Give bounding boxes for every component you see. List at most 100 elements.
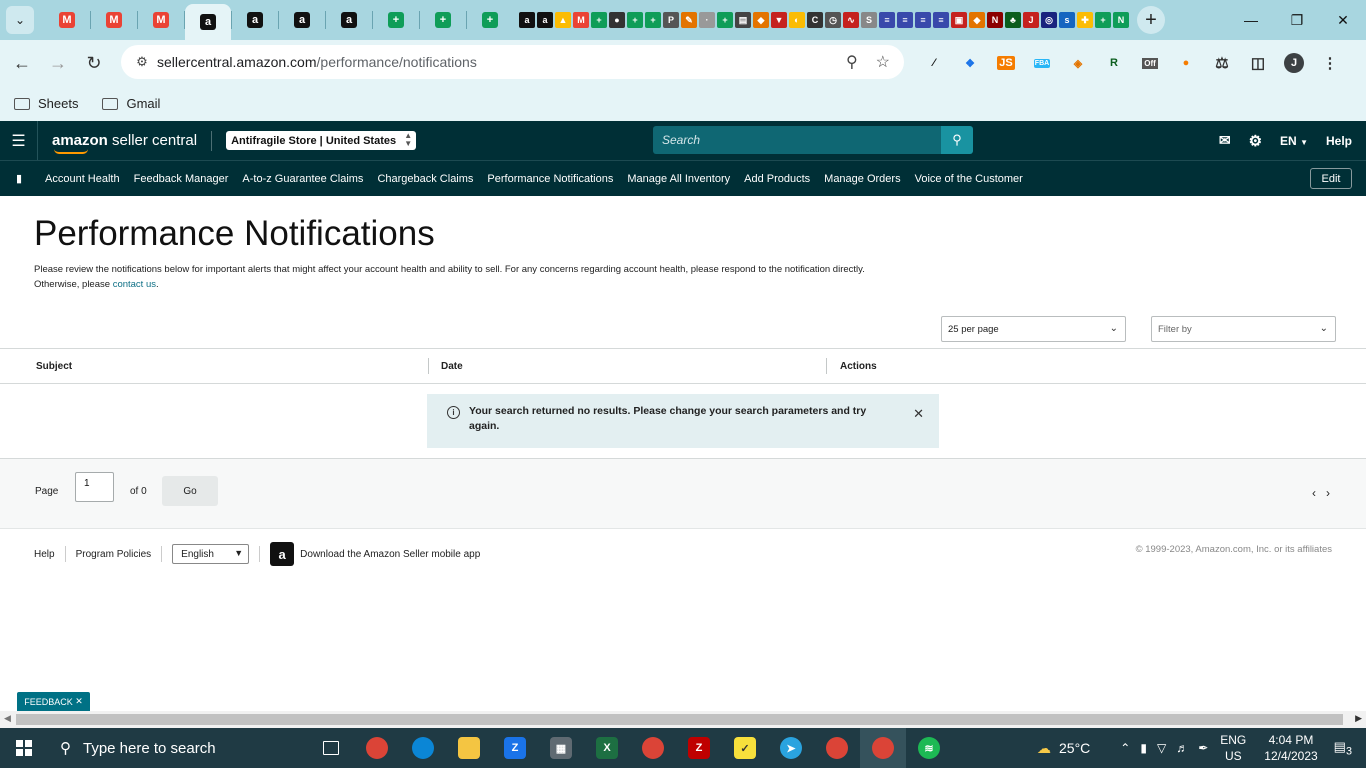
app-tab-icon[interactable]: C (807, 12, 823, 28)
clock[interactable]: 4:04 PM 12/4/2023 (1264, 732, 1317, 764)
list-tab-icon[interactable]: ≡ (879, 12, 895, 28)
nav-link[interactable]: Performance Notifications (487, 173, 613, 185)
app-tab-icon[interactable]: ◐ (789, 12, 805, 28)
contact-us-link[interactable]: contact us (113, 279, 156, 290)
extension-icon[interactable]: ◈ (1060, 45, 1096, 81)
nav-link[interactable]: Voice of the Customer (915, 173, 1023, 185)
download-app-link[interactable]: Download the Amazon Seller mobile app (300, 549, 480, 560)
volume-icon[interactable]: ♬ (1176, 741, 1188, 755)
extensions-puzzle-icon[interactable]: ⚖ (1204, 45, 1240, 81)
battery-icon[interactable]: ▮ (1140, 741, 1147, 755)
back-icon[interactable]: ← (4, 45, 40, 81)
nav-link[interactable]: Manage All Inventory (627, 173, 730, 185)
tab-search-button[interactable]: ⌄ (6, 6, 34, 34)
browser-tab[interactable]: + (467, 4, 513, 36)
browser-tab[interactable]: a (326, 4, 372, 36)
list-tab-icon[interactable]: ≡ (897, 12, 913, 28)
browser-tab[interactable]: + (420, 4, 466, 36)
app-tab-icon[interactable]: S (861, 12, 877, 28)
amazon-tab-icon[interactable]: a (519, 12, 535, 28)
gmail-tab-icon[interactable]: M (573, 12, 589, 28)
extension-icon[interactable]: FBA (1024, 45, 1060, 81)
sheets-tab-icon[interactable]: + (1095, 12, 1111, 28)
filezilla-app-icon[interactable]: Z (676, 728, 722, 768)
nav-link[interactable]: Add Products (744, 173, 810, 185)
reload-icon[interactable]: ↻ (76, 45, 112, 81)
app-tab-icon[interactable]: P (663, 12, 679, 28)
column-date[interactable]: Date (441, 359, 463, 375)
minimize-icon[interactable]: — (1228, 0, 1274, 40)
extension-icon[interactable]: Off (1132, 45, 1168, 81)
list-tab-icon[interactable]: ≡ (915, 12, 931, 28)
horizontal-scrollbar[interactable]: ◀ ▶ (0, 711, 1366, 728)
drive-tab-icon[interactable]: ▲ (555, 12, 571, 28)
sheets-tab-icon[interactable]: + (717, 12, 733, 28)
gear-icon[interactable]: ⚙ (1249, 132, 1262, 150)
chrome-app-icon[interactable] (860, 728, 906, 768)
nav-link[interactable]: Manage Orders (824, 173, 900, 185)
more-menu-icon[interactable]: ⋮ (1312, 45, 1348, 81)
help-link[interactable]: Help (1326, 134, 1352, 148)
notifications-icon[interactable]: ▤3 (1334, 739, 1352, 758)
site-info-icon[interactable]: ⚙ (131, 54, 153, 70)
app-tab-icon[interactable]: N (1113, 12, 1129, 28)
scrollbar-thumb[interactable] (16, 714, 1343, 725)
sheets-tab-icon[interactable]: + (645, 12, 661, 28)
browser-tab[interactable]: a (279, 4, 325, 36)
weather-widget[interactable]: ☁ 25°C (1037, 740, 1090, 757)
spotify-app-icon[interactable]: ≋ (906, 728, 952, 768)
app-tab-icon[interactable]: N (987, 12, 1003, 28)
app-tab-icon[interactable]: ✚ (1077, 12, 1093, 28)
chevron-left-icon[interactable]: ‹ (1312, 486, 1316, 500)
calculator-app-icon[interactable]: ▦ (538, 728, 584, 768)
app-tab-icon[interactable]: J (1023, 12, 1039, 28)
edge-app-icon[interactable] (400, 728, 446, 768)
app-tab-icon[interactable]: ▣ (951, 12, 967, 28)
go-button[interactable]: Go (162, 476, 218, 506)
app-tab-icon[interactable]: ∿ (843, 12, 859, 28)
per-page-select[interactable]: 25 per page ⌄ (941, 316, 1126, 342)
task-view-icon[interactable] (308, 728, 354, 768)
zalo-app-icon[interactable]: Z (492, 728, 538, 768)
app-tab-icon[interactable]: ✎ (681, 12, 697, 28)
microphone-icon[interactable]: ▽ (1157, 741, 1166, 755)
app-tab-icon[interactable]: ♣ (1005, 12, 1021, 28)
browser-tab[interactable]: M (44, 4, 90, 36)
app-tab-icon[interactable]: ▼ (771, 12, 787, 28)
page-number-input[interactable]: 1 (75, 472, 114, 502)
bookmark-sheets[interactable]: Sheets (14, 96, 78, 111)
chrome-app-icon[interactable] (354, 728, 400, 768)
app-tab-icon[interactable]: s (1059, 12, 1075, 28)
footer-help-link[interactable]: Help (34, 549, 55, 560)
input-language[interactable]: ENG US (1220, 732, 1246, 764)
search-input[interactable]: Search (653, 126, 941, 154)
footer-language-select[interactable]: English ▼ (172, 544, 250, 564)
seller-central-logo[interactable]: amazon seller central (52, 133, 197, 154)
mail-icon[interactable]: ✉ (1219, 132, 1231, 149)
app-tab-icon[interactable]: ▤ (735, 12, 751, 28)
chevron-right-icon[interactable]: › (1326, 486, 1330, 500)
profile-button[interactable]: J (1276, 45, 1312, 81)
chevron-up-icon[interactable]: ⌃ (1120, 741, 1130, 755)
chrome-app-icon[interactable] (814, 728, 860, 768)
app-tab-icon[interactable]: ◎ (1041, 12, 1057, 28)
side-panel-icon[interactable]: ◫ (1240, 45, 1276, 81)
forward-icon[interactable]: → (40, 45, 76, 81)
bookmark-icon[interactable]: ▮ (0, 172, 38, 185)
browser-tab[interactable]: + (373, 4, 419, 36)
extension-icon[interactable]: ● (1168, 45, 1204, 81)
address-bar[interactable]: ⚙ sellercentral.amazon.com/performance/n… (121, 45, 904, 79)
browser-tab[interactable]: M (91, 4, 137, 36)
edit-nav-button[interactable]: Edit (1310, 168, 1352, 189)
app-tab-icon[interactable]: ◆ (969, 12, 985, 28)
start-button[interactable] (0, 728, 48, 768)
language-selector[interactable]: EN ▼ (1280, 134, 1308, 148)
app-tab-icon[interactable]: ● (609, 12, 625, 28)
extension-icon[interactable]: ⁄ (916, 45, 952, 81)
hamburger-menu-icon[interactable]: ☰ (0, 121, 38, 160)
nav-link[interactable]: Chargeback Claims (377, 173, 473, 185)
nav-link[interactable]: Account Health (45, 173, 120, 185)
extension-icon[interactable]: R (1096, 45, 1132, 81)
pen-icon[interactable]: ✒ (1198, 741, 1208, 755)
app-tab-icon[interactable]: · (699, 12, 715, 28)
